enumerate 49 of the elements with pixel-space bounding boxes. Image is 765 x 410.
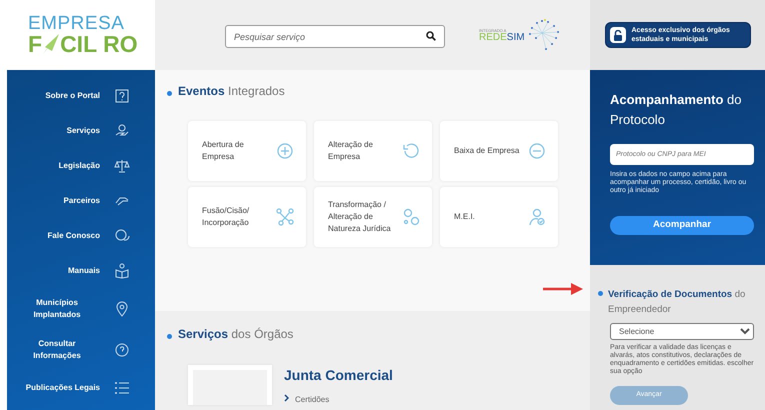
sidebar-link[interactable]: Legislação xyxy=(58,160,100,172)
scales-icon xyxy=(114,158,130,174)
person-check-icon xyxy=(528,208,546,226)
logo-text: EMPRESA xyxy=(28,15,126,33)
lock-icon xyxy=(612,30,622,40)
section-title: Eventos Integrados xyxy=(178,83,285,100)
event-card[interactable]: Transformação / Alteração de Natureza Jurídica xyxy=(314,187,432,247)
sidebar-link[interactable]: Fale Conosco xyxy=(48,230,100,242)
event-card[interactable]: Alteração de Empresa xyxy=(314,121,432,181)
dotted-map-icon xyxy=(526,18,561,52)
logo-text: CIL RO xyxy=(60,33,138,55)
organ-title: Junta Comercial xyxy=(284,366,393,385)
panel-title: Acompanhamento do Protocolo xyxy=(610,91,742,129)
circles-icon xyxy=(402,208,420,226)
bullet-icon xyxy=(167,90,172,96)
event-card[interactable]: Baixa de Empresa xyxy=(440,121,558,181)
question-icon xyxy=(114,88,130,104)
plus-circle-icon xyxy=(276,142,294,160)
service-link[interactable]: Certidões xyxy=(284,394,330,406)
search-icon xyxy=(426,30,436,40)
network-icon xyxy=(276,208,294,226)
sidebar-link[interactable]: Consultar Informações xyxy=(14,338,100,362)
event-card[interactable]: Abertura de Empresa xyxy=(188,121,306,181)
sidebar-link[interactable]: Manuais xyxy=(68,264,100,276)
annotation-arrow-icon xyxy=(543,283,583,295)
sidebar-link[interactable]: Serviços xyxy=(66,124,100,136)
sidebar-link[interactable]: Publicações Legais xyxy=(26,382,100,394)
bullet-icon xyxy=(598,291,603,296)
book-icon xyxy=(114,262,130,278)
logo-text: F xyxy=(28,33,42,55)
minus-circle-icon xyxy=(528,142,546,160)
location-pin-icon xyxy=(114,300,130,316)
section-title: Serviços dos Órgãos xyxy=(178,326,294,343)
chevron-icon xyxy=(284,394,289,402)
paper-plane-icon xyxy=(42,33,60,55)
list-icon xyxy=(114,380,130,396)
question-bubble-icon xyxy=(114,342,130,358)
rotate-icon xyxy=(402,142,420,160)
section-title: Verificação de Documentos do Empreendedor xyxy=(608,288,746,317)
redesim-logo-text: REDESIM xyxy=(479,32,525,42)
event-card[interactable]: Fusão/Cisão/ Incorporação xyxy=(188,187,306,247)
sidebar-link[interactable]: Sobre o Portal xyxy=(45,90,100,102)
sidebar-link[interactable]: Parceiros xyxy=(64,194,100,206)
sidebar-link[interactable]: Municípios Implantados xyxy=(14,296,100,320)
hand-icon xyxy=(114,122,130,138)
document-type-select[interactable]: Selecione xyxy=(610,323,754,340)
event-card[interactable]: M.E.I. xyxy=(440,187,558,247)
search-field[interactable]: Pesquisar serviço xyxy=(225,25,445,48)
bullet-icon xyxy=(167,334,172,338)
